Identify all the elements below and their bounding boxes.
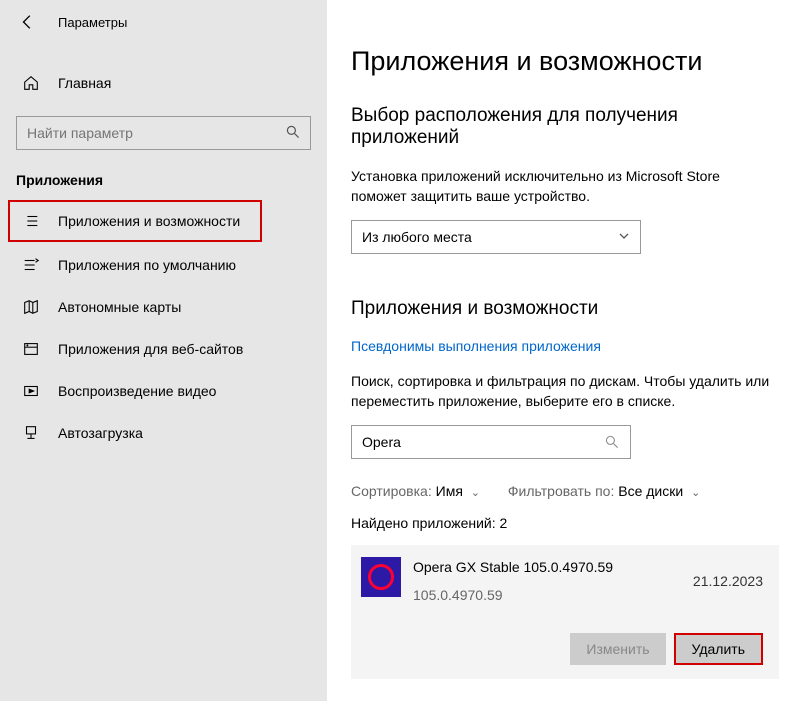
startup-icon [22,424,40,442]
app-search[interactable] [351,425,631,459]
filter-label: Фильтровать по: [508,483,614,499]
sidebar-group-title: Приложения [0,150,327,198]
chevron-down-icon: ⌄ [691,487,700,499]
nav-offline-maps[interactable]: Автономные карты [0,286,327,328]
nav-home[interactable]: Главная [0,64,327,102]
back-button[interactable] [18,12,38,32]
defaults-icon [22,256,40,274]
main-content: Приложения и возможности Выбор расположе… [327,0,809,701]
window-title: Параметры [58,15,127,30]
found-count: Найдено приложений: 2 [351,515,779,531]
page-title: Приложения и возможности [351,46,779,77]
app-search-input[interactable] [352,426,630,458]
uninstall-button[interactable]: Удалить [674,633,763,665]
sidebar-search-input[interactable] [16,116,311,150]
apps-section-heading: Приложения и возможности [351,298,779,320]
nav-default-apps[interactable]: Приложения по умолчанию [0,244,327,286]
nav-item-label: Автономные карты [58,299,181,315]
opera-gx-icon [361,557,401,597]
list-icon [22,212,40,230]
select-value: Из любого места [362,229,472,245]
nav-apps-websites[interactable]: Приложения для веб-сайтов [0,328,327,370]
nav-item-label: Автозагрузка [58,425,143,441]
sidebar-search[interactable] [16,116,311,150]
modify-button: Изменить [570,633,665,665]
video-icon [22,382,40,400]
nav-video-playback[interactable]: Воспроизведение видео [0,370,327,412]
app-name: Opera GX Stable 105.0.4970.59 [413,557,681,575]
app-install-date: 21.12.2023 [693,557,763,603]
nav-home-label: Главная [58,75,111,91]
search-icon [285,124,301,143]
nav-startup[interactable]: Автозагрузка [0,412,327,454]
nav-item-label: Воспроизведение видео [58,383,216,399]
install-source-select[interactable]: Из любого места [351,220,641,254]
app-list-item[interactable]: Opera GX Stable 105.0.4970.59 105.0.4970… [351,545,779,679]
nav-apps-features[interactable]: Приложения и возможности [8,200,262,242]
website-icon [22,340,40,358]
home-icon [22,74,40,92]
sidebar: Параметры Главная Приложения Приложения … [0,0,327,701]
search-icon [604,434,620,453]
nav-item-label: Приложения и возможности [58,213,240,229]
nav-item-label: Приложения для веб-сайтов [58,341,243,357]
sort-filter-row: Сортировка: Имя ⌄ Фильтровать по: Все ди… [351,483,779,499]
sort-label: Сортировка: [351,483,432,499]
map-icon [22,298,40,316]
filter-value[interactable]: Все диски [618,483,683,499]
source-description: Установка приложений исключительно из Mi… [351,167,779,206]
nav-item-label: Приложения по умолчанию [58,257,236,273]
chevron-down-icon: ⌄ [471,487,480,499]
search-description: Поиск, сортировка и фильтрация по дискам… [351,372,779,411]
execution-alias-link[interactable]: Псевдонимы выполнения приложения [351,338,601,354]
source-heading: Выбор расположения для получения приложе… [351,105,779,149]
sort-value[interactable]: Имя [436,483,463,499]
app-version: 105.0.4970.59 [413,587,681,603]
chevron-down-icon [618,229,630,245]
